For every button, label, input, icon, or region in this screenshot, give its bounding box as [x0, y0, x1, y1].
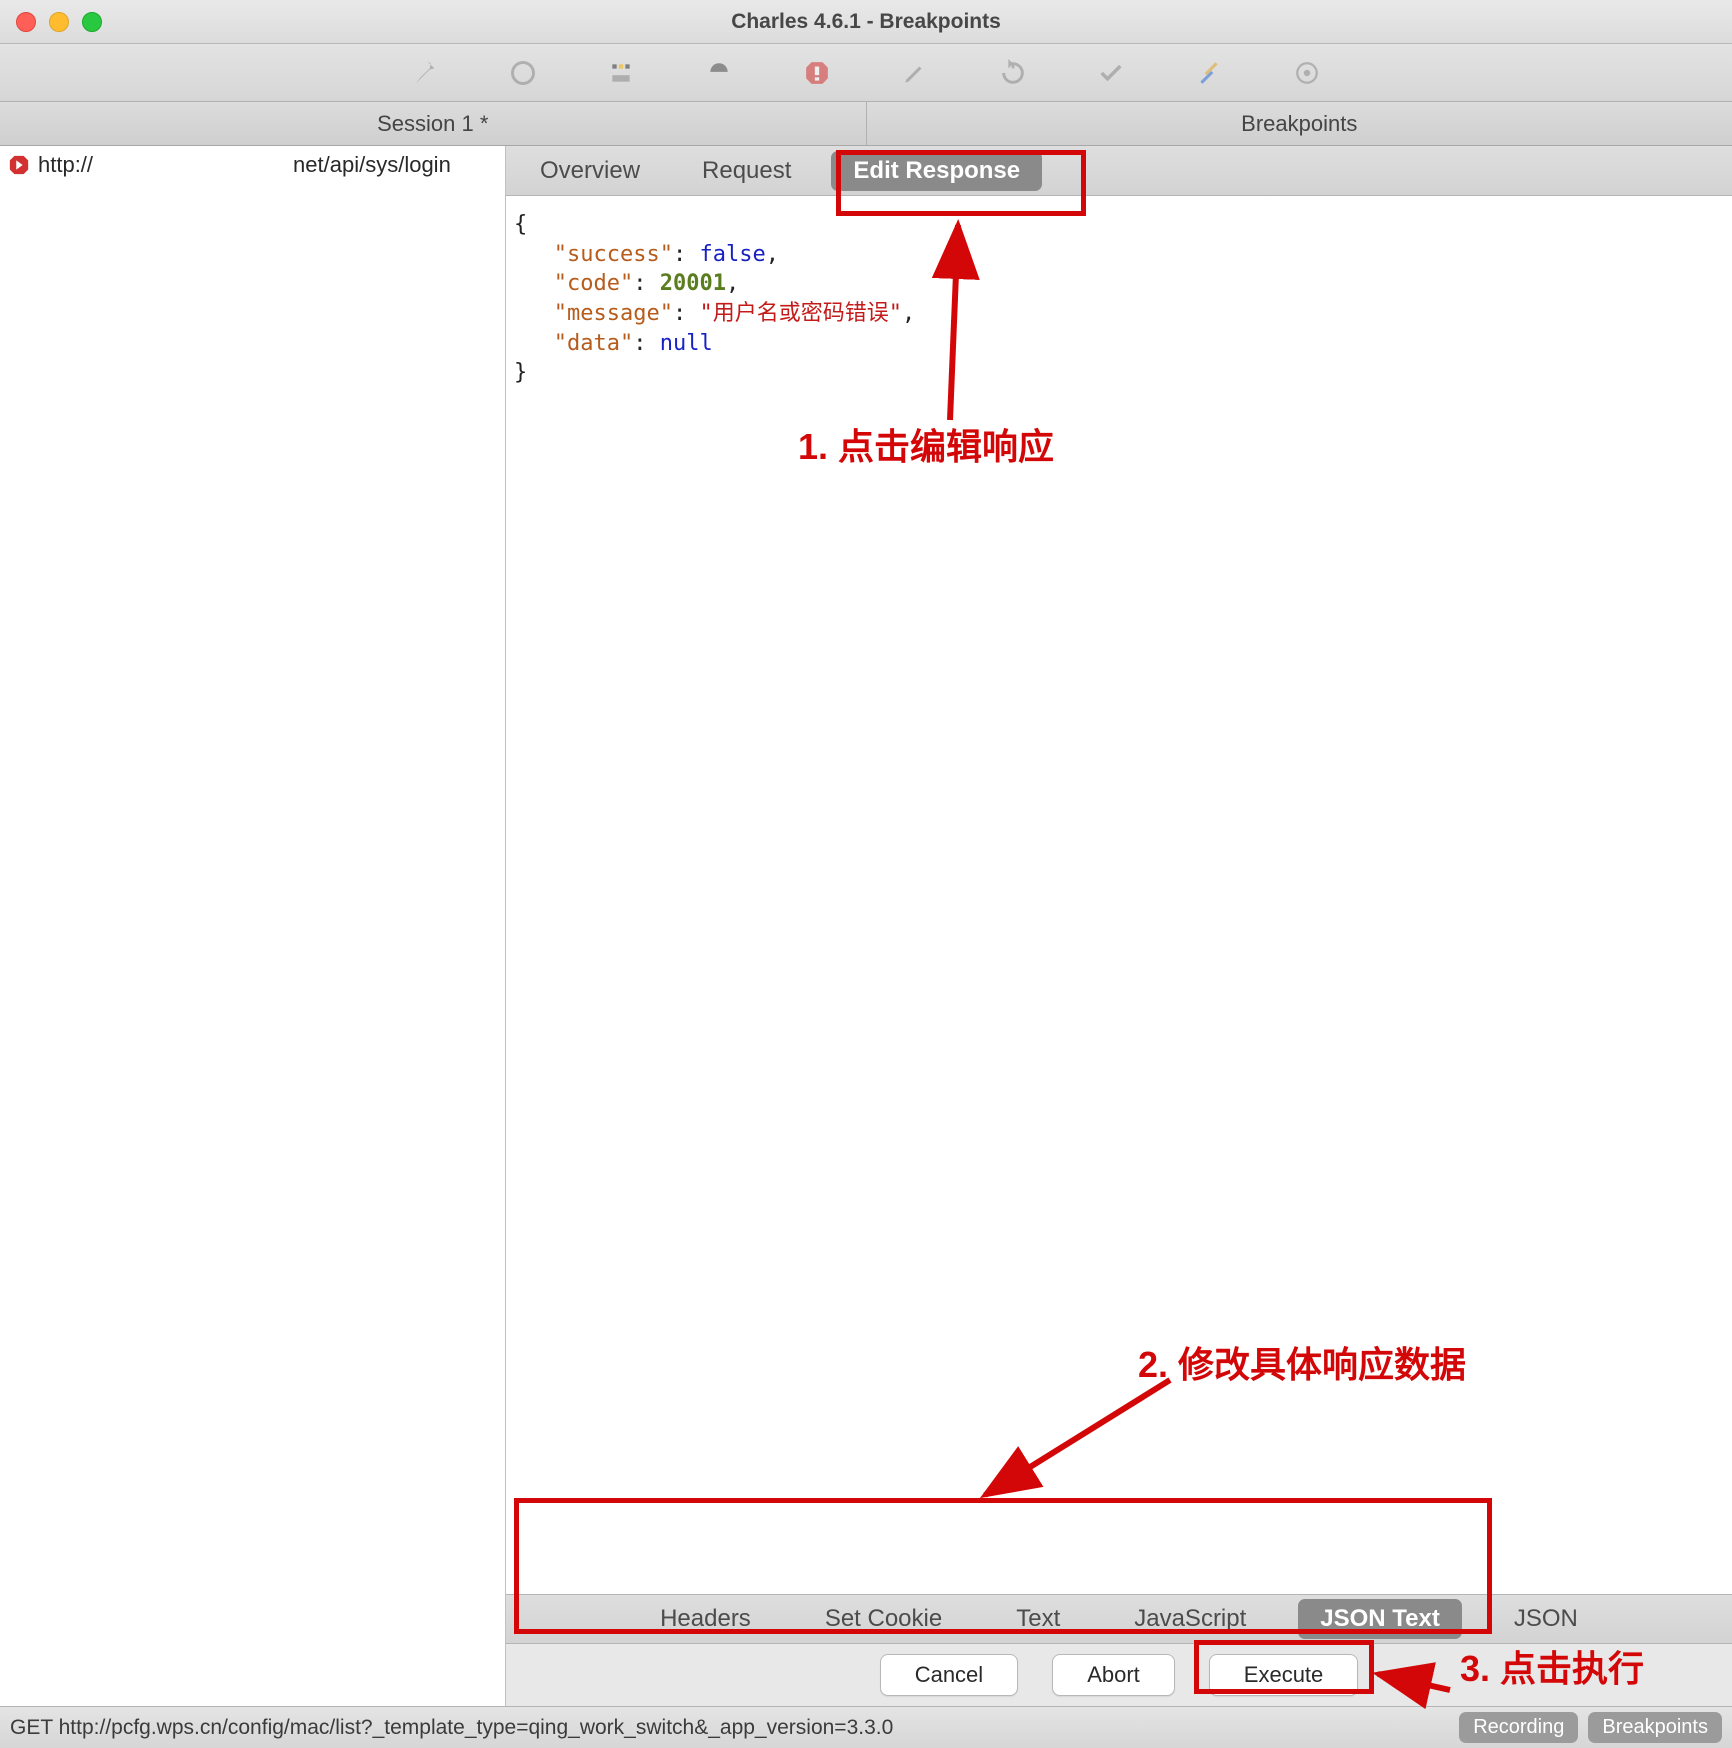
- window-controls: [0, 12, 102, 32]
- broom-icon[interactable]: [411, 59, 439, 87]
- tab-json[interactable]: JSON: [1492, 1599, 1600, 1639]
- toolbar: [0, 44, 1732, 102]
- content-top-tabs: Overview Request Edit Response: [506, 146, 1732, 196]
- tab-json-text[interactable]: JSON Text: [1298, 1599, 1462, 1639]
- execute-button[interactable]: Execute: [1209, 1654, 1359, 1696]
- tab-edit-response[interactable]: Edit Response: [831, 151, 1042, 191]
- tools-icon[interactable]: [1195, 59, 1223, 87]
- breakpoints-badge[interactable]: Breakpoints: [1588, 1712, 1722, 1743]
- cancel-button[interactable]: Cancel: [880, 1654, 1018, 1696]
- breakpoint-hit-icon: [8, 154, 30, 176]
- status-bar: GET http://pcfg.wps.cn/config/mac/list?_…: [0, 1706, 1732, 1748]
- request-list: http://________net/api/sys/login: [0, 146, 506, 1706]
- format-tabs: Headers Set Cookie Text JavaScript JSON …: [506, 1594, 1732, 1644]
- tab-text[interactable]: Text: [994, 1599, 1082, 1639]
- json-editor[interactable]: { "success": false, "code": 20001, "mess…: [506, 196, 1732, 1594]
- record-icon[interactable]: [509, 59, 537, 87]
- maximize-window-button[interactable]: [82, 12, 102, 32]
- close-window-button[interactable]: [16, 12, 36, 32]
- tab-overview[interactable]: Overview: [518, 151, 662, 191]
- request-url-text: http://________net/api/sys/login: [38, 152, 451, 178]
- breakpoints-tab[interactable]: Breakpoints: [867, 102, 1732, 145]
- tab-javascript[interactable]: JavaScript: [1112, 1599, 1268, 1639]
- minimize-window-button[interactable]: [49, 12, 69, 32]
- edit-icon[interactable]: [901, 59, 929, 87]
- panel-tabs: Session 1 * Breakpoints: [0, 102, 1732, 146]
- request-item[interactable]: http://________net/api/sys/login: [0, 146, 505, 184]
- window-title: Charles 4.6.1 - Breakpoints: [0, 10, 1732, 34]
- abort-button[interactable]: Abort: [1052, 1654, 1175, 1696]
- settings-icon[interactable]: [1293, 59, 1321, 87]
- tab-headers[interactable]: Headers: [638, 1599, 773, 1639]
- status-text: GET http://pcfg.wps.cn/config/mac/list?_…: [10, 1716, 893, 1740]
- tab-set-cookie[interactable]: Set Cookie: [803, 1599, 964, 1639]
- action-bar: Cancel Abort Execute: [506, 1644, 1732, 1706]
- recording-badge[interactable]: Recording: [1459, 1712, 1578, 1743]
- stop-icon[interactable]: [803, 59, 831, 87]
- validate-icon[interactable]: [1097, 59, 1125, 87]
- titlebar: Charles 4.6.1 - Breakpoints: [0, 0, 1732, 44]
- repeat-icon[interactable]: [999, 59, 1027, 87]
- throttle-icon[interactable]: [607, 59, 635, 87]
- main-area: http://________net/api/sys/login Overvie…: [0, 146, 1732, 1706]
- content-panel: Overview Request Edit Response { "succes…: [506, 146, 1732, 1706]
- breakpoint-icon[interactable]: [705, 59, 733, 87]
- session-tab[interactable]: Session 1 *: [0, 102, 867, 145]
- tab-request[interactable]: Request: [680, 151, 813, 191]
